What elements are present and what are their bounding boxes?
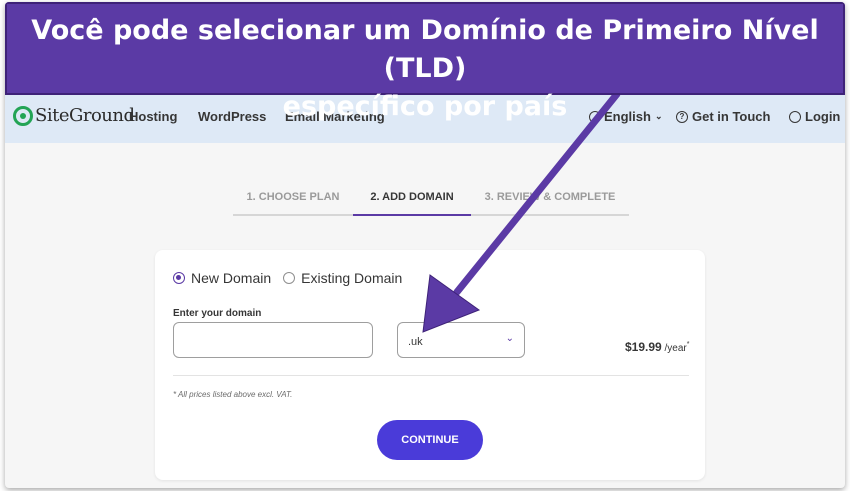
domain-type-options: New Domain Existing Domain [173,270,414,286]
caption-line-1: Você pode selecionar um Domínio de Prime… [31,15,819,84]
continue-button[interactable]: CONTINUE [377,420,483,460]
domain-price: $19.99 /year* [625,340,689,354]
caption-banner: Você pode selecionar um Domínio de Prime… [5,2,845,122]
divider [173,375,689,376]
screenshot-frame: Você pode selecionar um Domínio de Prime… [5,2,845,488]
radio-existing-domain[interactable] [283,272,296,284]
existing-domain-label[interactable]: Existing Domain [301,270,402,286]
step-review-complete[interactable]: 3. REVIEW & COMPLETE [471,188,629,216]
price-footnote-mark: * [686,341,690,348]
domain-input[interactable] [173,322,373,358]
checkout-steps: 1. CHOOSE PLAN 2. ADD DOMAIN 3. REVIEW &… [233,188,629,216]
step-choose-plan[interactable]: 1. CHOOSE PLAN [233,188,353,216]
caption-line-2: específico por país [282,91,568,122]
domain-field-label: Enter your domain [173,308,262,319]
tld-dropdown[interactable]: .uk ⌄ [397,322,525,358]
chevron-down-icon: ⌄ [505,333,514,344]
price-value: $19.99 [625,340,662,354]
new-domain-label[interactable]: New Domain [191,270,271,286]
price-period: /year [661,343,687,354]
radio-new-domain[interactable] [173,272,185,284]
tld-value: .uk [408,336,423,348]
domain-card: New Domain Existing Domain Enter your do… [155,250,705,480]
step-add-domain[interactable]: 2. ADD DOMAIN [353,188,471,216]
vat-note: * All prices listed above excl. VAT. [173,390,293,399]
